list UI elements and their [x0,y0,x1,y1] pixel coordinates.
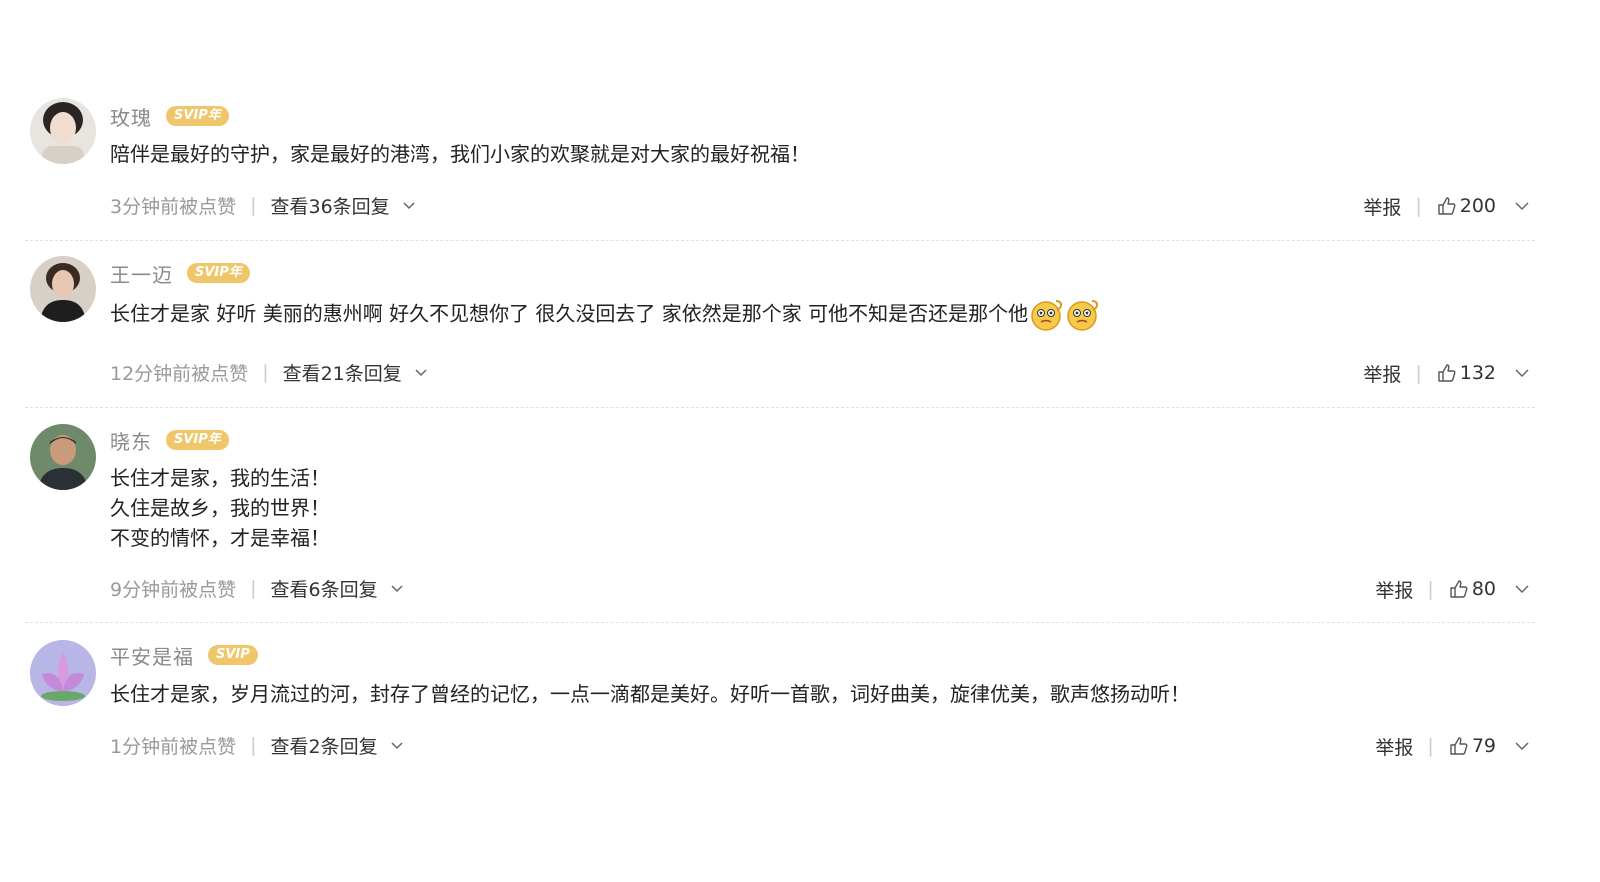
separator: | [1427,578,1434,600]
comment-actions: 举报 | 132 [1363,360,1530,387]
chevron-down-icon[interactable] [402,198,416,212]
avatar-image [30,98,96,164]
svip-badge: SVIP年 [166,430,229,450]
user-row: 平安是福 SVIP [110,641,258,669]
avatar[interactable] [30,98,96,164]
liked-time: 12分钟前被点赞 [110,362,249,385]
user-row: 玫瑰 SVIP年 [110,102,229,130]
report-button[interactable]: 举报 [1363,193,1401,220]
divider [25,622,1535,623]
separator: | [1427,735,1434,757]
divider [25,240,1535,241]
like-button[interactable]: 79 [1448,735,1496,757]
comment-actions: 举报 | 200 [1363,193,1530,220]
chevron-down-icon[interactable] [1514,365,1530,381]
comment-meta: 1分钟前被点赞 | 查看2条回复 [110,732,404,759]
thumbs-up-icon [1450,737,1468,755]
like-button[interactable]: 132 [1436,362,1496,384]
view-replies-link[interactable]: 查看36条回复 [271,192,390,219]
chevron-down-icon[interactable] [1514,198,1530,214]
comment-actions: 举报 | 79 [1375,733,1530,760]
report-button[interactable]: 举报 [1375,733,1413,760]
separator: | [262,361,269,383]
separator: | [1415,362,1422,384]
thumbs-up-icon [1450,580,1468,598]
avatar-image [30,256,96,322]
like-button[interactable]: 80 [1448,578,1496,600]
svip-badge: SVIP年 [187,263,250,283]
avatar[interactable] [30,424,96,490]
avatar-image [30,424,96,490]
report-button[interactable]: 举报 [1363,360,1401,387]
chevron-down-icon[interactable] [390,738,404,752]
separator: | [250,734,257,756]
user-row: 王一迈 SVIP年 [110,259,250,287]
chevron-down-icon[interactable] [414,365,428,379]
like-count: 200 [1459,195,1496,217]
separator: | [1415,195,1422,217]
user-row: 晓东 SVIP年 [110,426,229,454]
comment-text: 长住才是家，岁月流过的河，封存了曾经的记忆，一点一滴都是美好。好听一首歌，词好曲… [110,682,1190,706]
liked-time: 1分钟前被点赞 [110,735,237,758]
thumbs-up-icon [1438,364,1456,382]
liked-time: 9分钟前被点赞 [110,578,237,601]
report-button[interactable]: 举报 [1375,576,1413,603]
comment-text: 长住才是家 好听 美丽的惠州啊 好久不见想你了 很久没回去了 家依然是那个家 可… [110,298,1100,332]
username[interactable]: 玫瑰 [110,102,152,131]
like-count: 80 [1471,578,1496,600]
comment-text-content: 长住才是家 好听 美丽的惠州啊 好久不见想你了 很久没回去了 家依然是那个家 可… [110,301,1029,326]
chevron-down-icon[interactable] [1514,581,1530,597]
comment-actions: 举报 | 80 [1375,576,1530,603]
view-replies-link[interactable]: 查看2条回复 [271,732,378,759]
view-replies-link[interactable]: 查看21条回复 [283,359,402,386]
comment-meta: 9分钟前被点赞 | 查看6条回复 [110,575,404,602]
confused-face-emoji [1067,300,1099,331]
avatar[interactable] [30,256,96,322]
chevron-down-icon[interactable] [390,581,404,595]
avatar[interactable] [30,640,96,706]
comment-text: 长住才是家，我的生活！ 久住是故乡，我的世界！ 不变的情怀，才是幸福！ [110,466,330,550]
separator: | [250,577,257,599]
like-button[interactable]: 200 [1436,195,1496,217]
svip-badge: SVIP [208,645,258,665]
chevron-down-icon[interactable] [1514,738,1530,754]
separator: | [250,194,257,216]
svip-badge: SVIP年 [166,106,229,126]
divider [25,407,1535,408]
like-count: 79 [1471,735,1496,757]
comment-text: 陪伴是最好的守护，家是最好的港湾，我们小家的欢聚就是对大家的最好祝福！ [110,142,810,166]
username[interactable]: 晓东 [110,426,152,455]
thumbs-up-icon [1438,197,1456,215]
avatar-image [30,640,96,706]
comment-meta: 12分钟前被点赞 | 查看21条回复 [110,359,428,386]
like-count: 132 [1459,362,1496,384]
comment-meta: 3分钟前被点赞 | 查看36条回复 [110,192,416,219]
username[interactable]: 王一迈 [110,259,173,288]
view-replies-link[interactable]: 查看6条回复 [271,575,378,602]
liked-time: 3分钟前被点赞 [110,195,237,218]
confused-face-emoji [1031,300,1063,331]
username[interactable]: 平安是福 [110,641,194,670]
